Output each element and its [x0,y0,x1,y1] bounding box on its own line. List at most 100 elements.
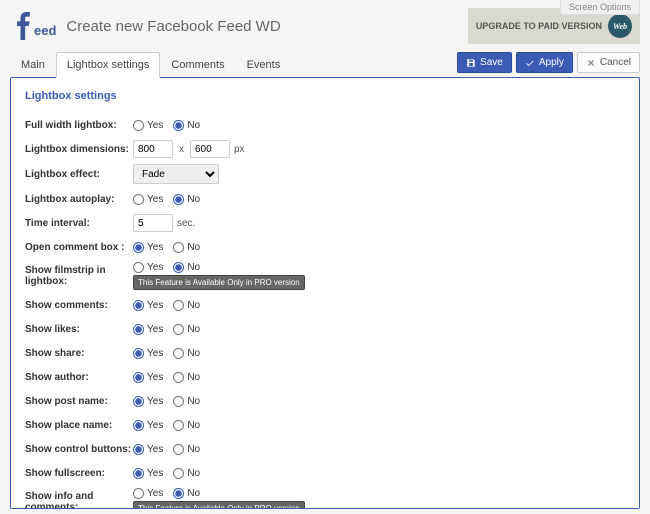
full-width-no-radio[interactable] [173,120,184,131]
show-post-name-no-radio[interactable] [173,396,184,407]
show-fullscreen-yes-radio[interactable] [133,468,144,479]
full-width-yes-option[interactable]: Yes [133,120,163,131]
no-label: No [187,372,200,383]
tab-comments[interactable]: Comments [160,52,235,78]
filmstrip-no-radio[interactable] [173,262,184,273]
interval-input[interactable] [133,214,173,232]
label-interval: Time interval: [25,218,133,229]
label-autoplay: Lightbox autoplay: [25,194,133,205]
yes-label: Yes [147,262,163,273]
show-post-name-yes-option[interactable]: Yes [133,396,163,407]
row-filmstrip: Show filmstrip in lightbox: Yes No This … [25,262,625,290]
row-showShare: Show share: Yes No [25,344,625,362]
show-place-name-no-option[interactable]: No [173,420,200,431]
show-author-yes-radio[interactable] [133,372,144,383]
open-comment-yes-option[interactable]: Yes [133,242,163,253]
no-label: No [187,324,200,335]
tab-events[interactable]: Events [236,52,292,78]
show-info-comments-no-option[interactable]: No [173,488,200,499]
tab-main[interactable]: Main [10,52,56,78]
autoplay-no-radio[interactable] [173,194,184,205]
show-author-no-radio[interactable] [173,372,184,383]
row-autoplay: Lightbox autoplay: Yes No [25,190,625,208]
control-autoplay: Yes No [133,194,200,205]
row-showPostName: Show post name: Yes No [25,392,625,410]
show-comments-no-radio[interactable] [173,300,184,311]
show-likes-yes-radio[interactable] [133,324,144,335]
cancel-button[interactable]: Cancel [577,52,640,73]
show-info-comments-yes-option[interactable]: Yes [133,488,163,499]
show-share-no-option[interactable]: No [173,348,200,359]
show-post-name-yes-radio[interactable] [133,396,144,407]
show-likes-no-radio[interactable] [173,324,184,335]
show-control-yes-option[interactable]: Yes [133,444,163,455]
screen-options-tab[interactable]: Screen Options [560,0,640,15]
control-showFullscreen: Yes No [133,468,200,479]
show-info-comments-yes-radio[interactable] [133,488,144,499]
label-showLikes: Show likes: [25,324,133,335]
no-label: No [187,348,200,359]
x-separator: x [177,144,186,155]
open-comment-no-radio[interactable] [173,242,184,253]
no-label: No [187,300,200,311]
show-place-name-no-radio[interactable] [173,420,184,431]
show-post-name-no-option[interactable]: No [173,396,200,407]
show-author-radio-group: Yes No [133,372,200,383]
show-share-yes-option[interactable]: Yes [133,348,163,359]
control-showPlaceName: Yes No [133,420,200,431]
toolbar: Main Lightbox settings Comments Events S… [0,52,650,78]
autoplay-yes-option[interactable]: Yes [133,194,163,205]
show-fullscreen-no-option[interactable]: No [173,468,200,479]
show-comments-no-option[interactable]: No [173,300,200,311]
save-icon [466,58,476,68]
show-control-no-option[interactable]: No [173,444,200,455]
show-share-yes-radio[interactable] [133,348,144,359]
full-width-no-option[interactable]: No [173,120,200,131]
show-author-no-option[interactable]: No [173,372,200,383]
effect-select[interactable]: Fade [133,164,219,184]
save-button[interactable]: Save [457,52,512,73]
label-showFullscreen: Show fullscreen: [25,468,133,479]
show-share-no-radio[interactable] [173,348,184,359]
show-fullscreen-no-radio[interactable] [173,468,184,479]
apply-button[interactable]: Apply [516,52,573,73]
autoplay-no-option[interactable]: No [173,194,200,205]
full-width-yes-radio[interactable] [133,120,144,131]
show-comments-yes-option[interactable]: Yes [133,300,163,311]
filmstrip-yes-option[interactable]: Yes [133,262,163,273]
filmstrip-no-option[interactable]: No [173,262,200,273]
width-input[interactable] [133,140,173,158]
row-showComments: Show comments: Yes No [25,296,625,314]
yes-label: Yes [147,396,163,407]
row-showLikes: Show likes: Yes No [25,320,625,338]
show-comments-yes-radio[interactable] [133,300,144,311]
show-place-name-yes-radio[interactable] [133,420,144,431]
settings-panel: Lightbox settings Full width lightbox: Y… [10,77,640,509]
show-likes-radio-group: Yes No [133,324,200,335]
control-showInfoComments: Yes No This Feature is Available Only in… [133,488,305,509]
show-likes-yes-option[interactable]: Yes [133,324,163,335]
tab-lightbox-settings[interactable]: Lightbox settings [56,52,161,78]
show-place-name-yes-option[interactable]: Yes [133,420,163,431]
row-dimensions: Lightbox dimensions: xpx [25,140,625,158]
show-fullscreen-yes-option[interactable]: Yes [133,468,163,479]
show-share-radio-group: Yes No [133,348,200,359]
autoplay-yes-radio[interactable] [133,194,144,205]
full-width-radio-group: Yes No [133,120,200,131]
height-input[interactable] [190,140,230,158]
show-info-comments-no-radio[interactable] [173,488,184,499]
row-showPlaceName: Show place name: Yes No [25,416,625,434]
show-control-yes-radio[interactable] [133,444,144,455]
row-interval: Time interval: sec. [25,214,625,232]
row-showFullscreen: Show fullscreen: Yes No [25,464,625,482]
save-label: Save [480,57,503,68]
show-control-radio-group: Yes No [133,444,200,455]
label-showControl: Show control buttons: [25,444,133,455]
show-author-yes-option[interactable]: Yes [133,372,163,383]
show-control-no-radio[interactable] [173,444,184,455]
filmstrip-yes-radio[interactable] [133,262,144,273]
open-comment-yes-radio[interactable] [133,242,144,253]
show-likes-no-option[interactable]: No [173,324,200,335]
open-comment-no-option[interactable]: No [173,242,200,253]
yes-label: Yes [147,348,163,359]
